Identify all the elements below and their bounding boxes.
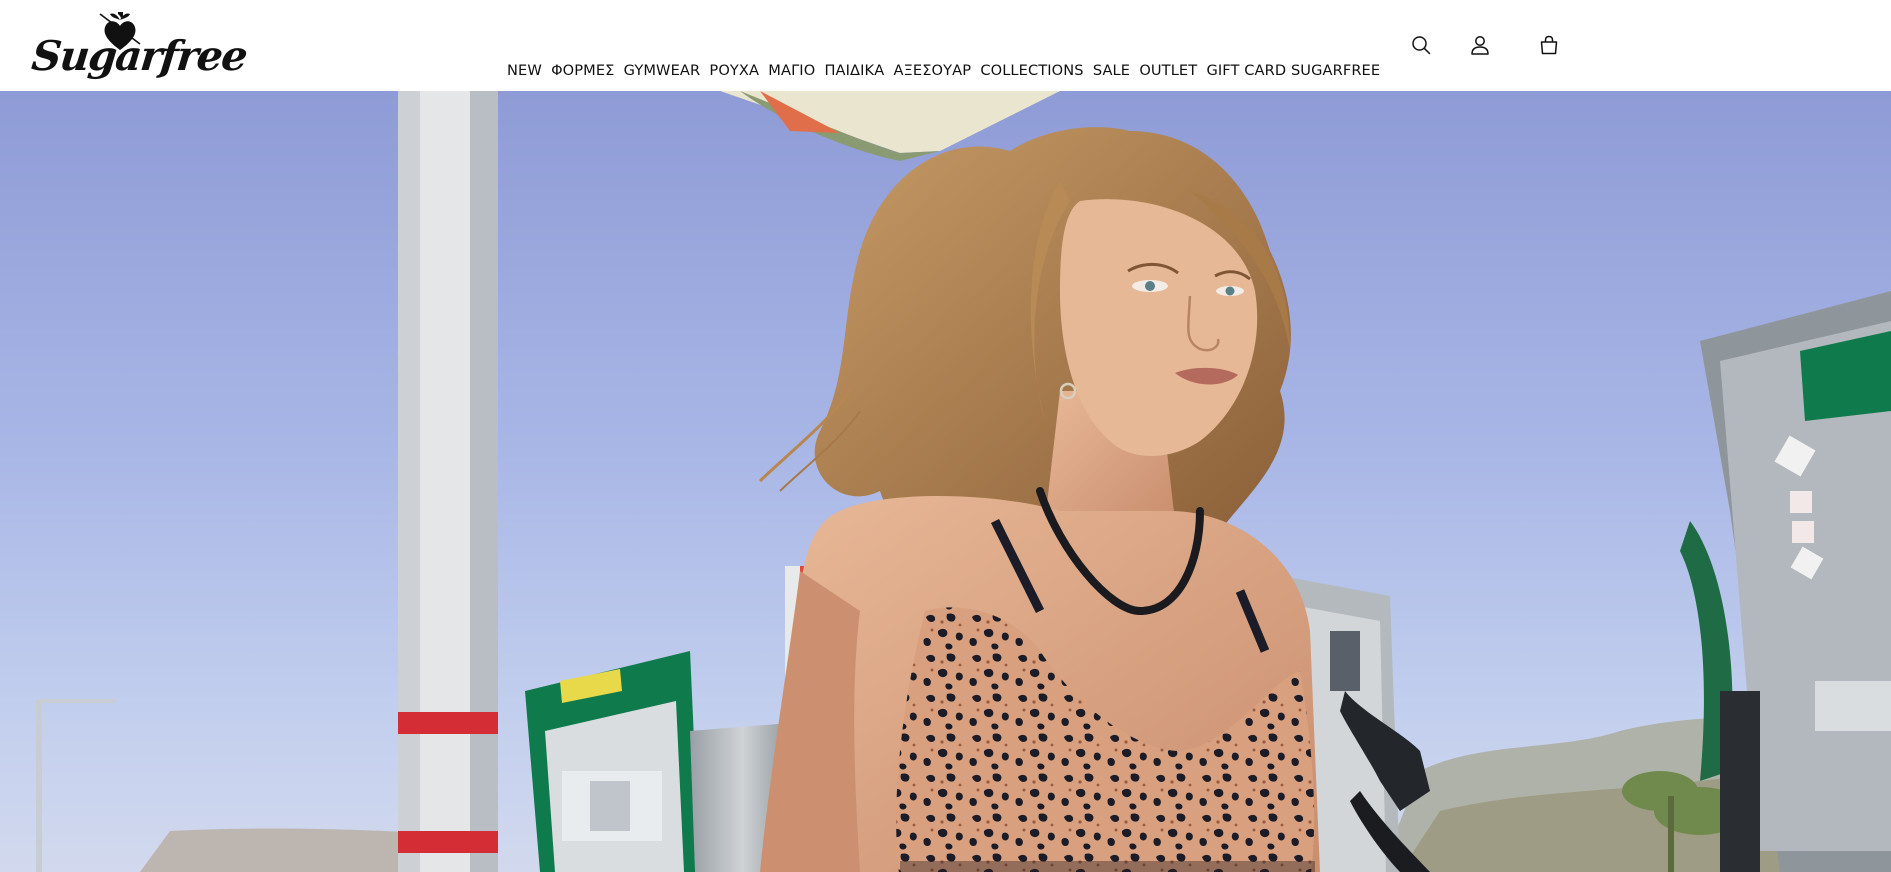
account-button[interactable]	[1465, 30, 1495, 60]
nav-item-new[interactable]: NEW	[507, 61, 542, 81]
nav-item-paidika[interactable]: ΠΑΙΔΙΚΑ	[824, 61, 884, 81]
brand-name: Sugarfree	[29, 32, 249, 80]
nav-item-gymwear[interactable]: GYMWEAR	[624, 61, 701, 81]
nav-item-outlet[interactable]: OUTLET	[1139, 61, 1197, 81]
nav-item-rouxa[interactable]: ΡΟΥΧΑ	[709, 61, 759, 81]
shopping-bag-icon	[1540, 35, 1558, 55]
brand-logo[interactable]: Sugarfree	[29, 10, 249, 82]
main-navigation: NEW ΦΟΡΜΕΣ GYMWEAR ΡΟΥΧΑ ΜΑΓΙΟ ΠΑΙΔΙΚΑ Α…	[507, 61, 1380, 81]
search-button[interactable]	[1406, 30, 1436, 60]
nav-item-collections[interactable]: COLLECTIONS	[980, 61, 1083, 81]
nav-item-formes[interactable]: ΦΟΡΜΕΣ	[551, 61, 614, 81]
hero-banner[interactable]	[0, 91, 1891, 872]
cart-button[interactable]	[1534, 30, 1564, 60]
nav-item-gift-card[interactable]: GIFT CARD SUGARFREE	[1206, 61, 1380, 81]
nav-item-sale[interactable]: SALE	[1093, 61, 1130, 81]
user-icon	[1471, 36, 1489, 55]
hero-image	[0, 91, 1891, 872]
site-header: Sugarfree NEW ΦΟΡΜΕΣ GYMWEAR ΡΟΥΧΑ ΜΑΓΙΟ…	[0, 0, 1891, 91]
nav-item-magio[interactable]: ΜΑΓΙΟ	[768, 61, 815, 81]
search-icon	[1412, 36, 1431, 55]
nav-item-axesouar[interactable]: ΑΞΕΣΟΥΑΡ	[893, 61, 971, 81]
